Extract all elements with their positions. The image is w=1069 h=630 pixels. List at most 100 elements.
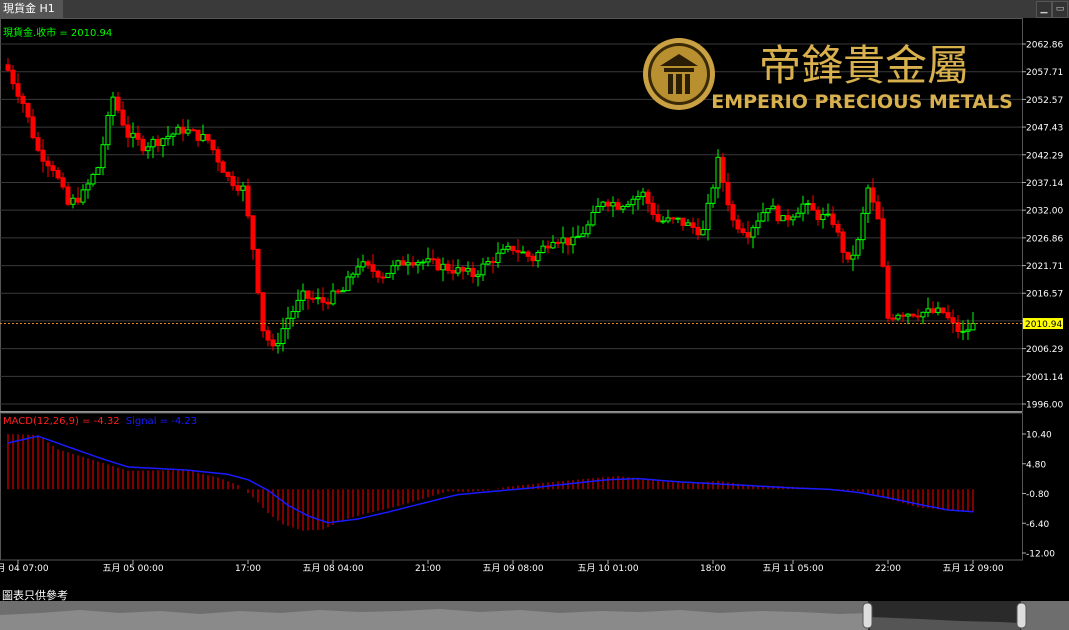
candle-body bbox=[405, 262, 411, 266]
candle-body bbox=[440, 263, 446, 271]
company-logo: 帝鋒貴金屬 EMPERIO PRECIOUS METALS bbox=[643, 38, 1013, 113]
candle-body bbox=[830, 213, 836, 225]
candle-body bbox=[525, 251, 531, 257]
candle-body bbox=[615, 202, 621, 210]
minimize-icon[interactable]: ▁ bbox=[1036, 1, 1052, 18]
candle-body bbox=[520, 251, 526, 254]
time-tick-label: 18:00 bbox=[700, 564, 726, 574]
candle-body bbox=[765, 208, 771, 214]
price-tick-label: 2006.29 bbox=[1026, 345, 1063, 355]
candle-body bbox=[300, 290, 306, 301]
candle-body bbox=[825, 213, 831, 216]
navigator-left-handle[interactable] bbox=[862, 602, 873, 629]
candle-body bbox=[470, 267, 476, 278]
candle-body bbox=[550, 241, 556, 249]
maximize-icon[interactable]: ▭ bbox=[1052, 1, 1068, 18]
candle-body bbox=[475, 274, 481, 278]
candle-body bbox=[870, 187, 876, 203]
candle-body bbox=[710, 187, 716, 204]
time-tick-label: 五月 10 01:00 bbox=[577, 563, 638, 574]
candle-body bbox=[840, 231, 846, 253]
candle-body bbox=[970, 323, 976, 331]
candle-body bbox=[360, 261, 366, 268]
candle-body bbox=[30, 116, 36, 139]
candle-body bbox=[55, 169, 61, 179]
candle-body bbox=[170, 133, 176, 137]
candle-body bbox=[425, 258, 431, 263]
candle-body bbox=[220, 161, 226, 173]
candle-body bbox=[155, 138, 161, 146]
candle-body bbox=[625, 204, 631, 207]
navigator-bar[interactable] bbox=[0, 601, 1069, 630]
candle-body bbox=[875, 201, 881, 220]
candle-body bbox=[410, 262, 416, 266]
candle-body bbox=[535, 251, 541, 262]
candle-body bbox=[495, 252, 501, 263]
candle-body bbox=[50, 165, 56, 171]
candle-body bbox=[200, 133, 206, 141]
candle-body bbox=[210, 139, 216, 151]
candle-body bbox=[570, 236, 576, 246]
candle-body bbox=[175, 126, 181, 135]
navigator-right-handle[interactable] bbox=[1016, 602, 1027, 629]
candle-body bbox=[890, 317, 896, 320]
time-tick-label: 21:00 bbox=[415, 564, 441, 574]
macd-label: MACD(12,26,9) = -4.32 bbox=[3, 416, 120, 427]
candle-body bbox=[845, 251, 851, 260]
price-tick-label: 2026.86 bbox=[1026, 234, 1063, 244]
candle-body bbox=[930, 308, 936, 313]
candle-body bbox=[665, 217, 671, 222]
candle-body bbox=[510, 245, 516, 252]
candle-body bbox=[950, 317, 956, 324]
candle-body bbox=[145, 146, 151, 152]
candle-body bbox=[490, 260, 496, 263]
candle-body bbox=[620, 205, 626, 210]
candle-body bbox=[320, 297, 326, 303]
candle-body bbox=[745, 232, 751, 238]
candle-body bbox=[290, 311, 296, 319]
candle-body bbox=[205, 133, 211, 141]
price-tick-label: 2021.71 bbox=[1026, 262, 1063, 272]
candle-body bbox=[15, 83, 21, 97]
candle-body bbox=[240, 185, 246, 191]
time-tick-label: 五月 04 07:00 bbox=[0, 563, 49, 574]
candle-body bbox=[255, 248, 261, 294]
candle-body bbox=[235, 185, 241, 191]
candle-body bbox=[335, 290, 341, 293]
candle-body bbox=[600, 201, 606, 207]
candle-body bbox=[720, 156, 726, 183]
price-tick-label: 2047.43 bbox=[1026, 124, 1063, 134]
candle-body bbox=[90, 173, 96, 185]
time-tick-label: 五月 11 05:00 bbox=[762, 563, 823, 574]
candle-body bbox=[920, 311, 926, 318]
candle-body bbox=[860, 212, 866, 241]
candle-body bbox=[180, 126, 186, 134]
chart-tab[interactable]: 現貨金 H1 bbox=[0, 0, 63, 18]
candle-body bbox=[790, 216, 796, 221]
candle-body bbox=[540, 245, 546, 253]
candle-body bbox=[270, 339, 276, 347]
candle-body bbox=[10, 69, 16, 85]
candle-body bbox=[880, 218, 886, 267]
candle-body bbox=[505, 245, 511, 250]
candle-body bbox=[430, 258, 436, 261]
candle-body bbox=[420, 261, 426, 264]
candle-body bbox=[5, 64, 11, 71]
candle-body bbox=[955, 322, 961, 333]
candle-body bbox=[810, 203, 816, 211]
last-price-badge: 2010.94 bbox=[1023, 318, 1063, 330]
candle-body bbox=[365, 261, 371, 266]
candle-body bbox=[120, 109, 126, 126]
candle-body bbox=[435, 258, 441, 271]
candle-body bbox=[265, 330, 271, 341]
time-tick-label: 五月 08 04:00 bbox=[302, 563, 363, 574]
price-tick-label: 2042.29 bbox=[1026, 151, 1063, 161]
candle-body bbox=[945, 312, 951, 319]
candle-body bbox=[800, 203, 806, 214]
candle-body bbox=[85, 183, 91, 191]
candle-body bbox=[680, 217, 686, 226]
candle-body bbox=[905, 313, 911, 317]
candle-body bbox=[70, 197, 76, 205]
price-tick-label: 2062.86 bbox=[1026, 41, 1063, 51]
time-tick-label: 17:00 bbox=[235, 564, 261, 574]
